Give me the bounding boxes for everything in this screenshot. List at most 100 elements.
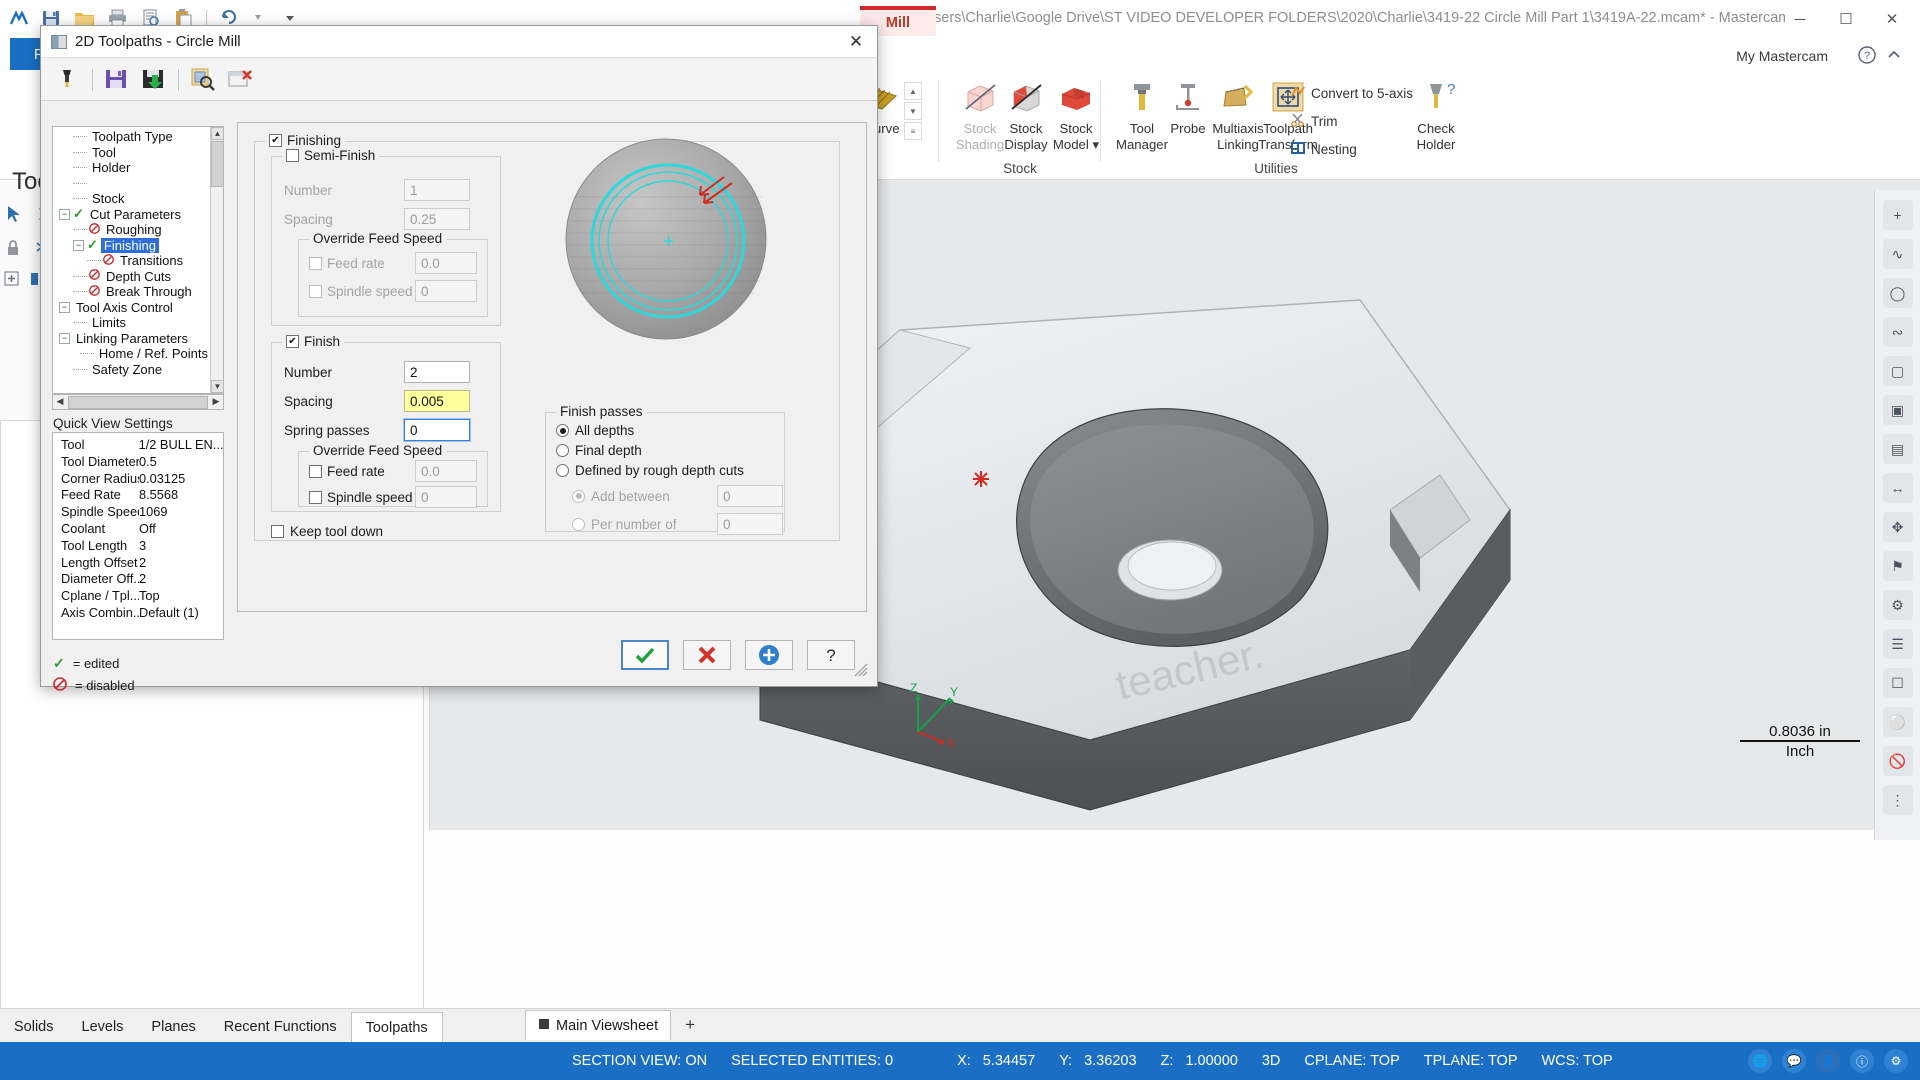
add-between-input[interactable]: 0 — [717, 485, 783, 507]
tree-node-limits[interactable]: Limits — [53, 315, 211, 331]
tree-collapse-icon[interactable]: − — [73, 239, 84, 251]
finish-checkbox[interactable] — [286, 335, 299, 348]
semi-finish-spacing-input[interactable]: 0.25 — [404, 208, 470, 230]
minimize-button[interactable]: ─ — [1778, 6, 1822, 32]
tree-node-holder[interactable]: Holder — [53, 160, 211, 176]
preview-toolpath-icon[interactable] — [190, 67, 216, 93]
tree-collapse-icon[interactable]: − — [59, 301, 70, 313]
finish-spindle-checkbox[interactable] — [309, 490, 322, 504]
status-info-icon[interactable]: ⓘ — [1850, 1049, 1874, 1073]
ribbon-button-trim[interactable]: Trim — [1290, 110, 1338, 132]
tree-node-roughing[interactable]: Roughing — [53, 222, 211, 238]
tool-settings-icon[interactable] — [55, 67, 81, 93]
status-wcs[interactable]: WCS: TOP — [1530, 1053, 1625, 1069]
tree-node-tool[interactable]: Tool — [53, 145, 211, 161]
radio-per-number-of[interactable] — [572, 517, 585, 531]
help-icon[interactable]: ? — [1858, 46, 1876, 68]
status-user-icon[interactable]: 👤 — [1816, 1049, 1840, 1073]
blank-tool-icon[interactable]: ☐ — [1882, 668, 1913, 698]
semi-finish-number-input[interactable]: 1 — [404, 179, 470, 201]
cancel-button[interactable] — [683, 640, 731, 670]
select-toolpath-icon[interactable] — [4, 204, 24, 228]
tree-horizontal-scrollbar[interactable]: ◀ ▶ — [52, 394, 224, 410]
surface-tool-icon[interactable]: ▢ — [1882, 356, 1913, 386]
layers-tool-icon[interactable]: ☰ — [1882, 629, 1913, 659]
finish-passes-sub-per-number-of[interactable]: Per number of 0 — [572, 513, 783, 535]
close-button[interactable]: ✕ — [1870, 6, 1914, 32]
tree-node-toolpath-type[interactable]: Toolpath Type — [53, 129, 211, 145]
ribbon-button-stock-model[interactable]: Stock Model ▾ — [1040, 78, 1112, 152]
finish-spindle-input[interactable]: 0 — [415, 486, 477, 508]
radio-defined-by-rough[interactable] — [556, 464, 569, 477]
lock-icon[interactable] — [4, 238, 22, 262]
solid-tool-icon[interactable]: ▣ — [1882, 395, 1913, 425]
tree-node-depth-cuts[interactable]: Depth Cuts — [53, 269, 211, 285]
dimension-tool-icon[interactable]: ↔ — [1882, 473, 1913, 503]
finish-passes-option-defined-by-rough[interactable]: Defined by rough depth cuts — [556, 463, 744, 478]
finish-spring-passes-input[interactable]: 0 — [403, 418, 471, 442]
semi-finish-spindle-checkbox[interactable] — [309, 284, 322, 298]
no-entry-icon[interactable]: 🚫 — [1882, 746, 1913, 776]
ok-button[interactable] — [621, 640, 669, 670]
tree-scroll-thumb[interactable] — [211, 141, 223, 187]
bottom-tab-levels[interactable]: Levels — [68, 1012, 138, 1042]
mastercam-logo-icon[interactable] — [8, 8, 30, 30]
keep-tool-down-checkbox[interactable] — [271, 525, 284, 538]
finishing-checkbox[interactable] — [269, 134, 282, 147]
tree-scroll-up-button[interactable]: ▲ — [211, 127, 223, 140]
status-tplane[interactable]: TPLANE: TOP — [1412, 1053, 1530, 1069]
save-parameters-icon[interactable] — [104, 67, 130, 93]
tree-collapse-icon[interactable]: − — [59, 208, 70, 220]
parameter-tree[interactable]: Toolpath Type Tool Holder Stock − ✓ Cut Parame… — [52, 126, 224, 394]
dialog-resize-grip[interactable] — [854, 663, 868, 677]
tree-node-stock[interactable]: Stock — [53, 191, 211, 207]
per-number-of-input[interactable]: 0 — [717, 513, 783, 535]
clear-parameters-icon[interactable] — [227, 67, 253, 93]
more-tools-icon[interactable]: ⋮ — [1882, 785, 1913, 815]
tree-hscroll-left-button[interactable]: ◀ — [53, 395, 67, 409]
radio-all-depths[interactable] — [556, 424, 569, 437]
machine-tool-icon[interactable]: ⚙ — [1882, 590, 1913, 620]
status-globe-icon[interactable]: 🌐 — [1748, 1049, 1772, 1073]
viewsheet-tab-main[interactable]: Main Viewsheet — [525, 1010, 672, 1040]
semi-finish-feedrate-checkbox[interactable] — [309, 256, 322, 270]
tree-node-linking-parameters[interactable]: − Linking Parameters — [53, 331, 211, 347]
radio-add-between[interactable] — [572, 489, 585, 503]
spline-tool-icon[interactable]: ∾ — [1882, 317, 1913, 347]
semi-finish-checkbox[interactable] — [286, 149, 299, 162]
semi-finish-spindle-input[interactable]: 0 — [415, 280, 477, 302]
help-button[interactable]: ? — [807, 640, 855, 670]
bottom-tab-toolpaths[interactable]: Toolpaths — [350, 1012, 443, 1042]
curve-tool-icon[interactable]: ∿ — [1882, 239, 1913, 269]
viewsheet-add-button[interactable]: + — [679, 1015, 701, 1035]
finish-spacing-input[interactable]: 0.005 — [404, 390, 470, 412]
circle-tool-icon[interactable]: ◯ — [1882, 278, 1913, 308]
ribbon-button-nesting[interactable]: Nesting — [1290, 138, 1357, 160]
apply-button[interactable] — [745, 640, 793, 670]
tree-collapse-icon[interactable]: − — [59, 332, 70, 344]
curve-spinner[interactable]: ▲ ▼ ≡ — [904, 82, 922, 140]
radio-final-depth[interactable] — [556, 444, 569, 457]
dialog-close-button[interactable]: ✕ — [839, 28, 873, 56]
tree-node-finishing[interactable]: − ✓ Finishing — [53, 237, 211, 254]
transform-tool-icon[interactable]: ✥ — [1882, 512, 1913, 542]
status-chat-icon[interactable]: 💬 — [1782, 1049, 1806, 1073]
tree-scroll-down-button[interactable]: ▼ — [211, 380, 223, 393]
finish-passes-option-all-depths[interactable]: All depths — [556, 423, 634, 438]
bottom-tab-recent-functions[interactable]: Recent Functions — [210, 1012, 351, 1042]
tree-node-home-ref-points[interactable]: Home / Ref. Points — [53, 346, 211, 362]
tree-node-tool-axis-control[interactable]: − Tool Axis Control — [53, 300, 211, 316]
status-cplane[interactable]: CPLANE: TOP — [1292, 1053, 1411, 1069]
maximize-button[interactable]: ☐ — [1824, 6, 1868, 32]
tree-hscroll-thumb[interactable] — [68, 395, 208, 409]
tree-node-blank[interactable] — [53, 176, 211, 192]
my-mastercam-label[interactable]: My Mastercam — [1736, 48, 1828, 64]
expand-tree-icon[interactable] — [4, 271, 20, 291]
collapse-ribbon-icon[interactable] — [1886, 47, 1902, 67]
finish-feedrate-checkbox[interactable] — [309, 464, 322, 478]
add-view-icon[interactable]: + — [1882, 200, 1913, 230]
finish-passes-option-final-depth[interactable]: Final depth — [556, 443, 642, 458]
tree-vertical-scrollbar[interactable]: ▲ ▼ — [210, 127, 223, 393]
status-settings-icon[interactable]: ⚙ — [1884, 1049, 1908, 1073]
ribbon-button-convert-5axis[interactable]: Convert to 5-axis — [1290, 82, 1413, 104]
